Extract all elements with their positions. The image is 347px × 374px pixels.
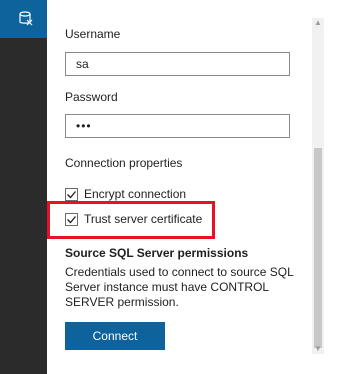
scroll-down-icon[interactable]: ▼: [312, 344, 324, 354]
connect-button[interactable]: Connect: [65, 322, 165, 350]
scroll-thumb[interactable]: [314, 148, 322, 348]
password-input[interactable]: •••: [65, 114, 290, 138]
encrypt-connection-label: Encrypt connection: [84, 187, 187, 201]
connection-properties-label: Connection properties: [65, 156, 183, 170]
username-label: Username: [65, 27, 121, 41]
scroll-up-icon[interactable]: ▲: [312, 18, 324, 28]
activity-item-connection[interactable]: [0, 0, 47, 38]
connection-panel: Username sa Password ••• Connection prop…: [47, 0, 347, 374]
checkmark-icon: [67, 190, 76, 198]
highlight-box: [47, 201, 215, 239]
permissions-description: Credentials used to connect to source SQ…: [65, 265, 294, 309]
scrollbar[interactable]: ▲ ▼: [312, 18, 324, 354]
database-connection-icon: [19, 11, 33, 26]
permissions-title: Source SQL Server permissions: [65, 246, 249, 260]
encrypt-connection-row[interactable]: Encrypt connection: [65, 187, 186, 201]
username-input[interactable]: sa: [65, 52, 290, 76]
encrypt-connection-checkbox[interactable]: [65, 187, 78, 201]
password-label: Password: [65, 90, 118, 104]
activity-bar: [0, 0, 47, 374]
